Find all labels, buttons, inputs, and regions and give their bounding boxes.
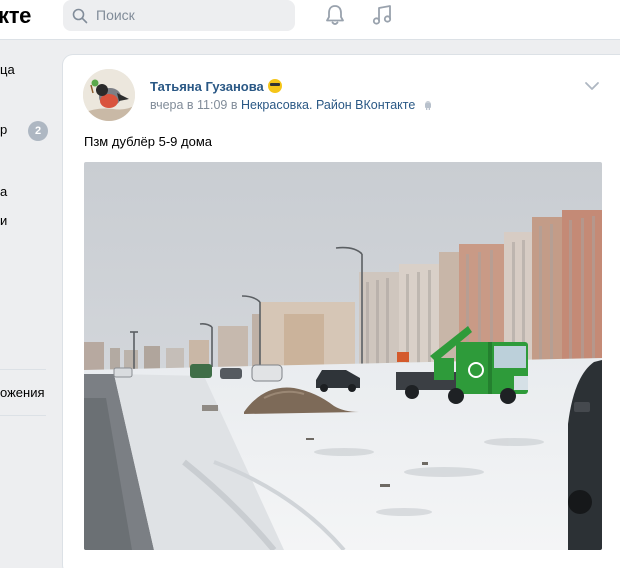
android-icon — [424, 101, 431, 110]
sidebar-item-4[interactable]: и — [0, 213, 7, 228]
search-placeholder[interactable]: Поиск — [96, 7, 135, 23]
bell-icon[interactable] — [324, 3, 346, 27]
sidebar-item-5[interactable]: ожения — [0, 385, 45, 400]
snowy-street-photo — [84, 162, 602, 550]
post-photo[interactable] — [84, 162, 602, 550]
sidebar-item-1[interactable]: ца — [0, 62, 15, 77]
post-source-link[interactable]: Некрасовка. Район ВКонтакте — [241, 98, 415, 112]
author-name[interactable]: Татьяна Гузанова — [150, 79, 282, 94]
music-icon[interactable] — [371, 3, 393, 27]
search-field[interactable]: Поиск — [63, 0, 295, 31]
sunglasses-emoji-icon — [267, 79, 282, 93]
post-card: Татьяна Гузанова вчера в 11:09 в Некрасо… — [63, 55, 620, 568]
post-time[interactable]: вчера в 11:09 в — [150, 98, 238, 112]
top-bar: кте Поиск — [0, 0, 620, 40]
sidebar-divider — [0, 415, 46, 416]
bullfinch-avatar-image — [83, 69, 135, 121]
avatar[interactable] — [83, 69, 135, 121]
post-text: Пзм дублёр 5-9 дома — [84, 134, 212, 149]
notification-badge: 2 — [28, 121, 48, 141]
logo[interactable]: кте — [0, 3, 31, 29]
author-name-text[interactable]: Татьяна Гузанова — [150, 79, 264, 94]
sidebar-item-3[interactable]: а — [0, 184, 7, 199]
chevron-down-icon[interactable] — [584, 80, 600, 92]
sidebar-divider — [0, 369, 46, 370]
post-meta: вчера в 11:09 в Некрасовка. Район ВКонта… — [150, 98, 432, 112]
sidebar-item-2[interactable]: р — [0, 122, 7, 137]
search-icon — [72, 8, 88, 24]
